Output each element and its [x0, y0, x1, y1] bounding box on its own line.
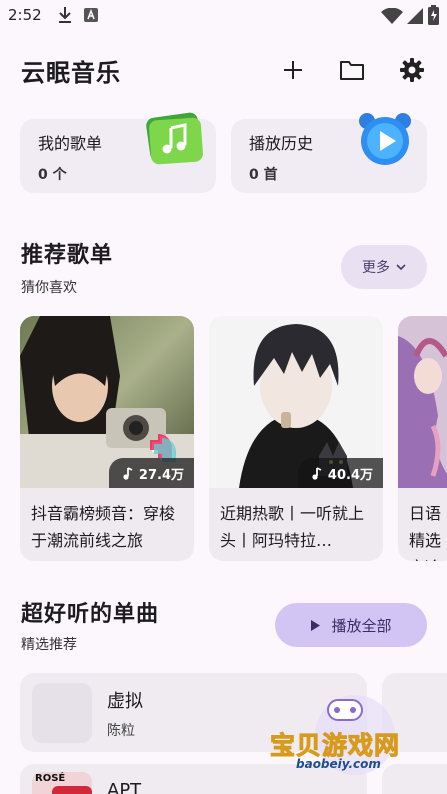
app-notification-icon [84, 8, 98, 22]
chevron-down-icon [396, 264, 406, 271]
status-bar: 2:52 [0, 0, 447, 32]
plus-icon [284, 61, 302, 79]
playlist-card[interactable]: 40.4万 近期热歌丨一听就上头丨阿玛特拉… [209, 316, 383, 561]
folder-icon [340, 61, 364, 80]
song-cover: ROSÉ [32, 772, 92, 794]
playlist-cover: 27.4万 [20, 316, 194, 488]
playlist-name: 近期热歌丨一听就上头丨阿玛特拉… [220, 504, 365, 550]
song-title: 虚拟 [107, 691, 143, 712]
music-note-icon [312, 466, 322, 480]
playlist-card[interactable]: 日语精选 亦冷亦暖 [398, 316, 447, 561]
app-title: 云眠音乐 [21, 59, 121, 87]
play-count-badge: 40.4万 [297, 458, 383, 488]
song-cover-text: ROSÉ [35, 773, 66, 784]
song-cover [32, 683, 92, 743]
recommend-title: 推荐歌单 [21, 243, 114, 268]
my-playlists-count: 0 个 [38, 167, 67, 183]
playlist-name: 日语精选 亦冷亦暖 [409, 504, 442, 561]
my-playlists-label: 我的歌单 [38, 134, 103, 153]
music-folder-icon [146, 112, 203, 165]
playlist-cover [398, 316, 447, 488]
settings-button[interactable] [394, 52, 430, 88]
battery-icon [428, 5, 439, 25]
play-history-count: 0 首 [249, 167, 278, 183]
status-time: 2:52 [8, 6, 42, 24]
signal-icon [407, 8, 423, 24]
play-all-button[interactable]: 播放全部 [275, 603, 427, 647]
download-icon [59, 7, 71, 23]
play-count: 27.4万 [138, 467, 184, 483]
song-artist: 陈粒 [107, 723, 135, 739]
play-icon [311, 619, 321, 631]
playlist-cover-illustration [398, 316, 447, 488]
more-label: 更多 [362, 260, 390, 276]
playlist-cover: 40.4万 [209, 316, 383, 488]
recommend-subtitle: 猜你喜欢 [21, 280, 77, 296]
cover-art-shape [52, 786, 92, 794]
play-all-label: 播放全部 [331, 616, 392, 635]
song-title: APT [107, 780, 142, 794]
my-playlists-card[interactable]: 我的歌单 0 个 [20, 112, 216, 193]
play-history-card[interactable]: 播放历史 0 首 [231, 113, 427, 193]
play-count: 40.4万 [327, 467, 373, 483]
play-count-badge: 27.4万 [108, 458, 194, 488]
singles-title: 超好听的单曲 [21, 602, 160, 627]
singles-subtitle: 精选推荐 [21, 637, 77, 653]
watermark-url: baobeiy.com [296, 757, 381, 771]
gear-icon [400, 58, 424, 82]
playlist-name: 抖音霸榜频音：穿梭于潮流前线之旅 [31, 504, 176, 550]
music-note-icon [123, 466, 133, 480]
folder-button[interactable] [334, 52, 370, 88]
add-button[interactable] [275, 52, 311, 88]
playlist-card[interactable]: 27.4万 抖音霸榜频音：穿梭于潮流前线之旅 [20, 316, 194, 561]
clock-play-icon [359, 113, 411, 165]
play-history-label: 播放历史 [249, 134, 314, 153]
wifi-icon [381, 8, 403, 24]
more-button[interactable]: 更多 [341, 245, 427, 289]
